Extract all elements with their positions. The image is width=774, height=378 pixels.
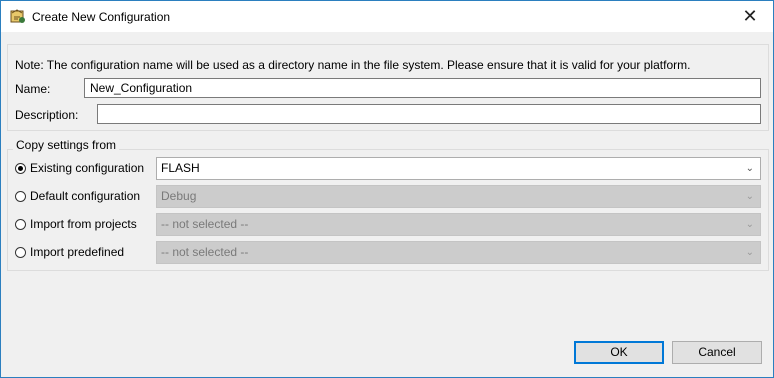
import-predefined-select: -- not selected -- ⌄ [156,241,761,264]
name-field[interactable]: New_Configuration [84,78,761,98]
radio-label: Default configuration [30,189,141,203]
import-from-projects-select: -- not selected -- ⌄ [156,213,761,236]
radio-button[interactable] [15,246,26,258]
combo-value: -- not selected -- [161,245,249,259]
combo-value: Debug [161,189,197,203]
radio-label: Import from projects [30,217,137,231]
title-bar: Create New Configuration ✕ [1,1,773,32]
radio-label: Import predefined [30,245,125,259]
description-label: Description: [15,108,79,122]
radio-import-predefined[interactable]: Import predefined [15,245,124,259]
dialog-window: Create New Configuration ✕ Note: The con… [0,0,774,378]
note-text: Note: The configuration name will be use… [15,58,691,72]
dialog-title: Create New Configuration [32,10,171,24]
radio-button-selected[interactable] [15,162,26,174]
radio-button[interactable] [15,218,26,230]
chevron-down-icon: ⌄ [745,247,754,258]
description-field[interactable] [97,104,761,124]
radio-button[interactable] [15,190,26,202]
chevron-down-icon: ⌄ [745,219,754,230]
radio-default-configuration[interactable]: Default configuration [15,189,140,203]
chevron-down-icon: ⌄ [745,191,754,202]
chevron-down-icon: ⌄ [745,163,754,174]
default-configuration-select: Debug ⌄ [156,185,761,208]
radio-import-from-projects[interactable]: Import from projects [15,217,137,231]
name-label: Name: [15,82,51,96]
copy-settings-legend: Copy settings from [13,138,120,152]
radio-existing-configuration[interactable]: Existing configuration [15,161,144,175]
close-button[interactable]: ✕ [727,1,773,32]
cancel-button[interactable]: Cancel [672,341,762,364]
radio-label: Existing configuration [30,161,145,175]
ok-button[interactable]: OK [574,341,664,364]
combo-value: FLASH [161,161,200,175]
existing-configuration-select[interactable]: FLASH ⌄ [156,157,761,180]
close-icon: ✕ [742,6,758,26]
cdt-config-icon [10,9,25,23]
combo-value: -- not selected -- [161,217,249,231]
